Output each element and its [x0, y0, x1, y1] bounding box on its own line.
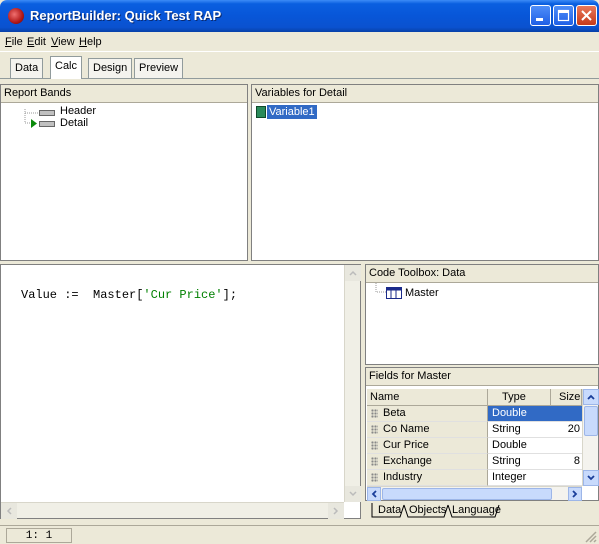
- menu-edit[interactable]: Edit: [27, 36, 46, 48]
- table-row[interactable]: Co Name String 20: [367, 422, 582, 438]
- close-button[interactable]: [576, 5, 597, 26]
- toolbox-item-master[interactable]: Master: [405, 287, 439, 299]
- bottom-tab-data[interactable]: Data: [376, 503, 403, 519]
- menu-view[interactable]: View: [51, 36, 75, 48]
- band-detail[interactable]: Detail: [60, 117, 88, 129]
- cursor-position: 1: 1: [6, 528, 72, 543]
- fields-panel: Fields for Master Name Type Size Beta Do…: [365, 367, 599, 501]
- scroll-up-button[interactable]: [583, 389, 599, 405]
- column-header-size[interactable]: Size: [551, 389, 582, 406]
- bottom-tab-language[interactable]: Language: [450, 503, 503, 519]
- field-name-cell: Beta: [367, 406, 488, 422]
- fields-vertical-scrollbar[interactable]: [582, 389, 599, 486]
- chevron-left-icon: [371, 490, 377, 498]
- minimize-icon: [536, 18, 543, 21]
- field-size-cell: 20: [551, 422, 582, 438]
- chevron-right-icon: [572, 490, 578, 498]
- chevron-down-icon: [349, 491, 357, 497]
- band-icon: [39, 121, 55, 127]
- chevron-right-icon: [333, 507, 339, 515]
- tree-lines: [375, 283, 386, 293]
- table-icon: [386, 287, 402, 299]
- field-size-cell: 8: [551, 454, 582, 470]
- scroll-right-button[interactable]: [568, 487, 582, 501]
- main-tabs: Data Calc Design Preview: [0, 56, 599, 80]
- arrow-right-icon: [31, 119, 37, 128]
- field-name-cell: Industry: [367, 470, 488, 486]
- field-name-cell: Cur Price: [367, 438, 488, 454]
- fields-title: Fields for Master: [366, 368, 598, 386]
- maximize-icon: [557, 9, 570, 22]
- tab-calc[interactable]: Calc: [50, 56, 83, 79]
- scroll-down-button[interactable]: [583, 470, 599, 486]
- window-title: ReportBuilder: Quick Test RAP: [30, 8, 222, 23]
- close-icon: [581, 10, 592, 21]
- field-type-cell: String: [488, 454, 551, 470]
- chevron-down-icon: [587, 475, 595, 481]
- code-editor[interactable]: Value := Master['Cur Price'];: [0, 264, 361, 519]
- scroll-down-button[interactable]: [345, 486, 361, 502]
- variables-panel: Variables for Detail Variable1: [251, 84, 599, 261]
- tab-design[interactable]: Design: [88, 58, 133, 79]
- code-toolbox-title: Code Toolbox: Data: [366, 265, 598, 283]
- maximize-button[interactable]: [553, 5, 574, 26]
- variables-title: Variables for Detail: [252, 85, 598, 103]
- variable-item[interactable]: Variable1: [267, 105, 317, 119]
- field-size-cell: [551, 438, 582, 454]
- code-line[interactable]: Value := Master['Cur Price'];: [21, 288, 237, 302]
- band-icon: [39, 110, 55, 116]
- field-type-cell: Double: [488, 438, 551, 454]
- tab-divider: [0, 78, 599, 79]
- report-bands-panel: Report Bands Header Detail: [0, 84, 248, 261]
- fields-horizontal-scrollbar[interactable]: [367, 486, 582, 501]
- bottom-tab-objects[interactable]: Objects: [407, 503, 448, 519]
- variable-icon: [256, 106, 266, 118]
- field-type-cell: Integer: [488, 470, 551, 486]
- code-vertical-scrollbar[interactable]: [344, 265, 361, 502]
- table-row[interactable]: Industry Integer: [367, 470, 582, 486]
- status-bar: 1: 1: [0, 525, 599, 544]
- chevron-up-icon: [587, 394, 595, 400]
- field-name-cell: Exchange: [367, 454, 488, 470]
- scroll-up-button[interactable]: [345, 265, 361, 281]
- table-row[interactable]: Beta Double: [367, 406, 582, 422]
- field-type-cell: String: [488, 422, 551, 438]
- scroll-thumb[interactable]: [584, 406, 598, 436]
- code-toolbox-panel: Code Toolbox: Data Master: [365, 264, 599, 365]
- resize-grip-icon[interactable]: [583, 529, 597, 543]
- menu-file[interactable]: File: [5, 36, 23, 48]
- field-size-cell: [551, 406, 582, 422]
- field-name-cell: Co Name: [367, 422, 488, 438]
- scroll-left-button[interactable]: [1, 503, 17, 519]
- chevron-up-icon: [349, 270, 357, 276]
- tab-preview[interactable]: Preview: [134, 58, 184, 79]
- app-icon[interactable]: [8, 8, 24, 24]
- scroll-thumb[interactable]: [382, 488, 552, 500]
- chevron-left-icon: [6, 507, 12, 515]
- toolbox-tabs: Data Objects Language: [370, 503, 599, 521]
- field-type-cell: Double: [488, 406, 551, 422]
- minimize-button[interactable]: [530, 5, 551, 26]
- menu-help[interactable]: Help: [79, 36, 102, 48]
- column-header-type[interactable]: Type: [488, 389, 551, 406]
- tab-data[interactable]: Data: [10, 58, 44, 79]
- band-header[interactable]: Header: [60, 105, 96, 117]
- scroll-left-button[interactable]: [367, 487, 381, 501]
- table-row[interactable]: Exchange String 8: [367, 454, 582, 470]
- field-size-cell: [551, 470, 582, 486]
- column-header-name[interactable]: Name: [367, 389, 488, 406]
- menu-bar: File Edit View Help: [0, 32, 599, 52]
- report-bands-title: Report Bands: [1, 85, 247, 103]
- scroll-right-button[interactable]: [328, 503, 344, 519]
- code-horizontal-scrollbar[interactable]: [1, 502, 344, 519]
- table-row[interactable]: Cur Price Double: [367, 438, 582, 454]
